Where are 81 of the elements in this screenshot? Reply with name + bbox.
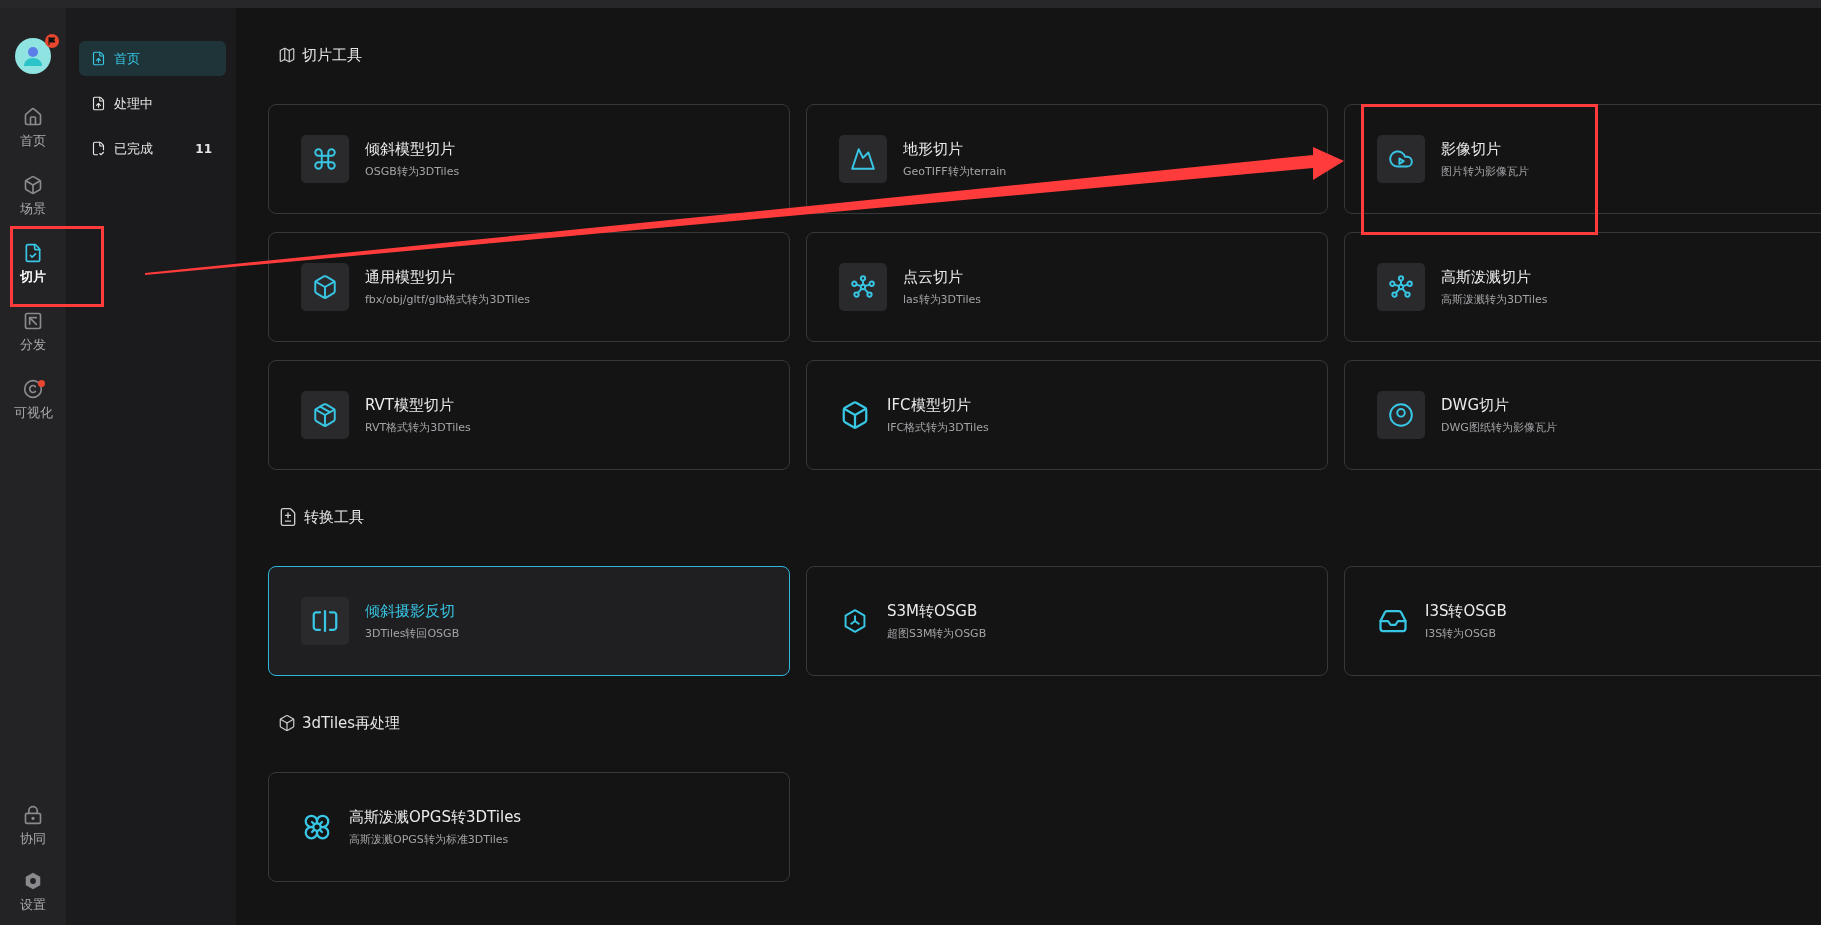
flower-icon bbox=[302, 812, 332, 842]
rail-item[interactable]: 分发 bbox=[0, 298, 66, 366]
file-check-icon bbox=[91, 141, 106, 156]
package-icon bbox=[312, 402, 338, 428]
file-upload-icon bbox=[91, 96, 106, 111]
rail-item[interactable]: 协同 bbox=[0, 793, 66, 859]
card-title: 倾斜模型切片 bbox=[365, 139, 456, 159]
tool-card[interactable]: 高斯泼溅OPGS转3DTiles 高斯泼溅OPGS转为标准3DTiles bbox=[268, 772, 790, 882]
count-label: 11 bbox=[195, 141, 212, 156]
tool-card[interactable]: S3M转OSGB 超图S3M转为OSGB bbox=[806, 566, 1328, 676]
card-subtitle: OSGB转为3DTiles bbox=[365, 163, 460, 179]
home-icon bbox=[23, 106, 43, 127]
card-title: S3M转OSGB bbox=[887, 601, 979, 621]
flag-badge bbox=[45, 34, 59, 48]
card-title: I3S转OSGB bbox=[1425, 601, 1507, 621]
section-title: 3dTiles再处理 bbox=[302, 713, 401, 733]
section-title: 切片工具 bbox=[302, 45, 362, 65]
circle-dot-icon bbox=[1388, 402, 1414, 428]
hexagon-icon bbox=[842, 608, 868, 634]
tool-card[interactable]: 高斯泼溅切片 高斯泼溅转为3DTiles bbox=[1344, 232, 1821, 342]
nav-label: 首页 bbox=[114, 49, 141, 68]
rail-item[interactable]: 切片 bbox=[0, 230, 66, 298]
card-subtitle: DWG图纸转为影像瓦片 bbox=[1441, 419, 1557, 435]
mountain-icon bbox=[850, 146, 876, 172]
tool-card[interactable]: 影像切片 图片转为影像瓦片 bbox=[1344, 104, 1821, 214]
nav-label: 已完成 bbox=[114, 139, 154, 158]
card-subtitle: 超图S3M转为OSGB bbox=[887, 625, 987, 641]
rail-item[interactable]: 设置 bbox=[0, 859, 66, 925]
card-subtitle: IFC格式转为3DTiles bbox=[887, 419, 989, 435]
card-subtitle: fbx/obj/gltf/glb格式转为3DTiles bbox=[365, 291, 530, 307]
card-title: 高斯泼溅OPGS转3DTiles bbox=[349, 807, 522, 827]
card-subtitle: 3DTiles转回OSGB bbox=[365, 625, 460, 641]
settings-icon bbox=[23, 870, 43, 891]
tool-card[interactable]: 通用模型切片 fbx/obj/gltf/glb格式转为3DTiles bbox=[268, 232, 790, 342]
cube-icon bbox=[312, 274, 338, 300]
card-subtitle: I3S转为OSGB bbox=[1425, 625, 1497, 641]
card-subtitle: RVT格式转为3DTiles bbox=[365, 419, 471, 435]
nav-item[interactable]: 处理中 bbox=[79, 86, 226, 121]
card-subtitle: GeoTIFF转为terrain bbox=[903, 163, 1007, 179]
map-icon bbox=[278, 46, 296, 64]
card-subtitle: las转为3DTiles bbox=[903, 291, 981, 307]
tool-card[interactable]: I3S转OSGB I3S转为OSGB bbox=[1344, 566, 1821, 676]
card-title: 地形切片 bbox=[903, 139, 964, 159]
section-title: 转换工具 bbox=[304, 507, 364, 527]
card-subtitle: 图片转为影像瓦片 bbox=[1441, 163, 1529, 179]
card-title: IFC模型切片 bbox=[887, 395, 972, 415]
card-title: RVT模型切片 bbox=[365, 395, 456, 415]
user-silhouette-icon bbox=[21, 44, 45, 68]
cube-icon bbox=[23, 174, 43, 195]
lock-icon bbox=[23, 804, 43, 825]
nav-label: 处理中 bbox=[114, 94, 154, 113]
tool-card[interactable]: RVT模型切片 RVT格式转为3DTiles bbox=[268, 360, 790, 470]
command-icon bbox=[312, 146, 338, 172]
card-title: 点云切片 bbox=[903, 267, 964, 287]
file-check-icon bbox=[23, 242, 43, 263]
card-title: 通用模型切片 bbox=[365, 267, 456, 287]
network-icon bbox=[850, 274, 876, 300]
rail-item[interactable]: 场景 bbox=[0, 162, 66, 230]
card-title: 高斯泼溅切片 bbox=[1441, 267, 1532, 287]
tool-card[interactable]: 点云切片 las转为3DTiles bbox=[806, 232, 1328, 342]
tool-card[interactable]: 倾斜模型切片 OSGB转为3DTiles bbox=[268, 104, 790, 214]
tool-card[interactable]: 地形切片 GeoTIFF转为terrain bbox=[806, 104, 1328, 214]
c-circle-icon bbox=[23, 378, 43, 399]
card-subtitle: 高斯泼溅转为3DTiles bbox=[1441, 291, 1548, 307]
rail-item[interactable]: 可视化 bbox=[0, 366, 66, 434]
network-icon bbox=[1388, 274, 1414, 300]
rail-item[interactable]: 首页 bbox=[0, 94, 66, 162]
avatar[interactable] bbox=[15, 38, 51, 74]
nav-item[interactable]: 首页 bbox=[79, 41, 226, 76]
tool-card[interactable]: IFC模型切片 IFC格式转为3DTiles bbox=[806, 360, 1328, 470]
tool-card[interactable]: DWG切片 DWG图纸转为影像瓦片 bbox=[1344, 360, 1821, 470]
card-title: 倾斜摄影反切 bbox=[365, 601, 456, 621]
nav-item[interactable]: 已完成 11 bbox=[79, 131, 226, 166]
file-icon bbox=[278, 507, 298, 527]
cube-icon bbox=[840, 400, 870, 430]
card-title: 影像切片 bbox=[1441, 139, 1502, 159]
card-title: DWG切片 bbox=[1441, 395, 1510, 415]
card-subtitle: 高斯泼溅OPGS转为标准3DTiles bbox=[349, 831, 510, 847]
file-upload-icon bbox=[91, 51, 106, 66]
cube-icon bbox=[278, 714, 296, 732]
tool-card[interactable]: 倾斜摄影反切 3DTiles转回OSGB bbox=[268, 566, 790, 676]
